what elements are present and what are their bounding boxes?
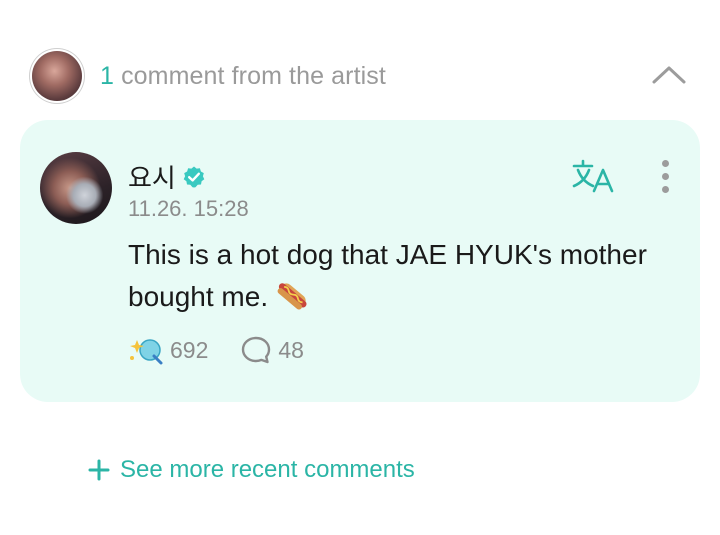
author-avatar[interactable] [40, 152, 112, 224]
artist-comment-count: 1 [100, 61, 115, 90]
artist-comment-card[interactable]: 요시 11.26. 15:28 This is a hot dog that J… [20, 120, 700, 402]
more-vertical-icon[interactable] [656, 160, 674, 196]
author-row: 요시 [128, 158, 206, 195]
comment-text: This is a hot dog that JAE HYUK's mother… [128, 239, 647, 312]
reply-count: 48 [278, 336, 304, 363]
artist-comments-header[interactable]: 1 comment from the artist [32, 50, 688, 102]
reaction-icon[interactable] [128, 334, 164, 366]
comment-timestamp: 11.26. 15:28 [128, 196, 249, 221]
header-title: 1 comment from the artist [100, 62, 386, 91]
see-more-label: See more recent comments [120, 456, 415, 483]
verified-badge-icon [183, 166, 205, 187]
translate-icon[interactable] [572, 158, 616, 194]
chevron-up-icon[interactable] [652, 60, 686, 88]
artist-comment-label: comment from the artist [121, 61, 386, 90]
reply-bubble-icon[interactable] [240, 335, 272, 365]
plus-icon [88, 459, 110, 481]
hot-dog-icon [277, 283, 307, 310]
see-more-comments-button[interactable]: See more recent comments [88, 456, 415, 484]
reaction-count: 692 [170, 336, 209, 363]
artist-avatar-small [32, 51, 82, 101]
comment-stats: 692 48 [128, 334, 304, 366]
author-name[interactable]: 요시 [128, 158, 176, 195]
artist-comment-section: 1 comment from the artist 요시 11.26. 15:2… [0, 0, 720, 535]
comment-body: This is a hot dog that JAE HYUK's mother… [128, 234, 648, 318]
